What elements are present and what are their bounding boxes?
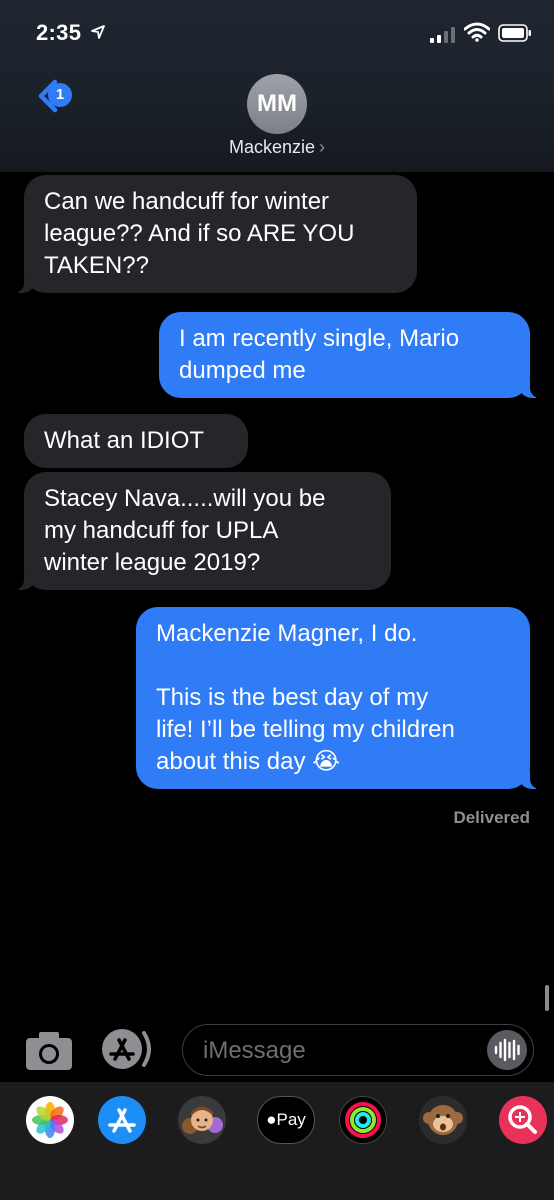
apple-logo-icon: ● <box>266 1110 277 1129</box>
app-drawer: ●Pay <box>0 1082 554 1200</box>
activity-icon[interactable] <box>339 1096 387 1144</box>
image-search-icon[interactable] <box>499 1096 547 1144</box>
app-store-icon[interactable] <box>100 1027 158 1071</box>
apple-pay-icon[interactable]: ●Pay <box>257 1096 315 1144</box>
photos-icon[interactable] <box>26 1096 74 1144</box>
message-bubble-incoming[interactable]: What an IDIOT <box>24 414 248 468</box>
camera-icon[interactable] <box>24 1030 74 1072</box>
audio-waveform-icon[interactable] <box>487 1030 527 1070</box>
contact-name[interactable]: Mackenzie › <box>0 137 554 158</box>
app-store-icon[interactable] <box>98 1096 146 1144</box>
cellular-signal-icon <box>430 27 455 43</box>
location-arrow-icon <box>91 25 105 39</box>
chevron-right-icon: › <box>319 137 326 157</box>
apple-pay-label: Pay <box>276 1110 306 1129</box>
contact-name-label: Mackenzie <box>228 137 316 157</box>
message-bubble-outgoing[interactable]: I am recently single, Mario dumped me <box>159 312 542 398</box>
battery-icon <box>498 24 531 42</box>
delivery-status: Delivered <box>453 808 530 827</box>
message-bubble-incoming[interactable]: Stacey Nava.....will you be my handcuff … <box>12 472 391 590</box>
contact-avatar[interactable]: MM <box>247 74 307 134</box>
scroll-indicator[interactable] <box>545 985 549 1011</box>
message-input-placeholder: iMessage <box>203 1037 306 1064</box>
conversation-header: 2:35 1 MM Mackenzie › <box>0 0 554 172</box>
message-bubble-incoming[interactable]: Can we handcuff for winter league?? And … <box>12 175 417 293</box>
wifi-icon <box>464 22 490 42</box>
message-bubble-outgoing[interactable]: Mackenzie Magner, I do. This is the best… <box>136 607 542 789</box>
message-input[interactable]: iMessage <box>182 1024 534 1076</box>
unread-count-badge[interactable]: 1 <box>48 83 72 107</box>
memoji-icon[interactable] <box>178 1096 226 1144</box>
animoji-monkey-icon[interactable] <box>419 1096 467 1144</box>
status-time: 2:35 <box>36 20 82 45</box>
